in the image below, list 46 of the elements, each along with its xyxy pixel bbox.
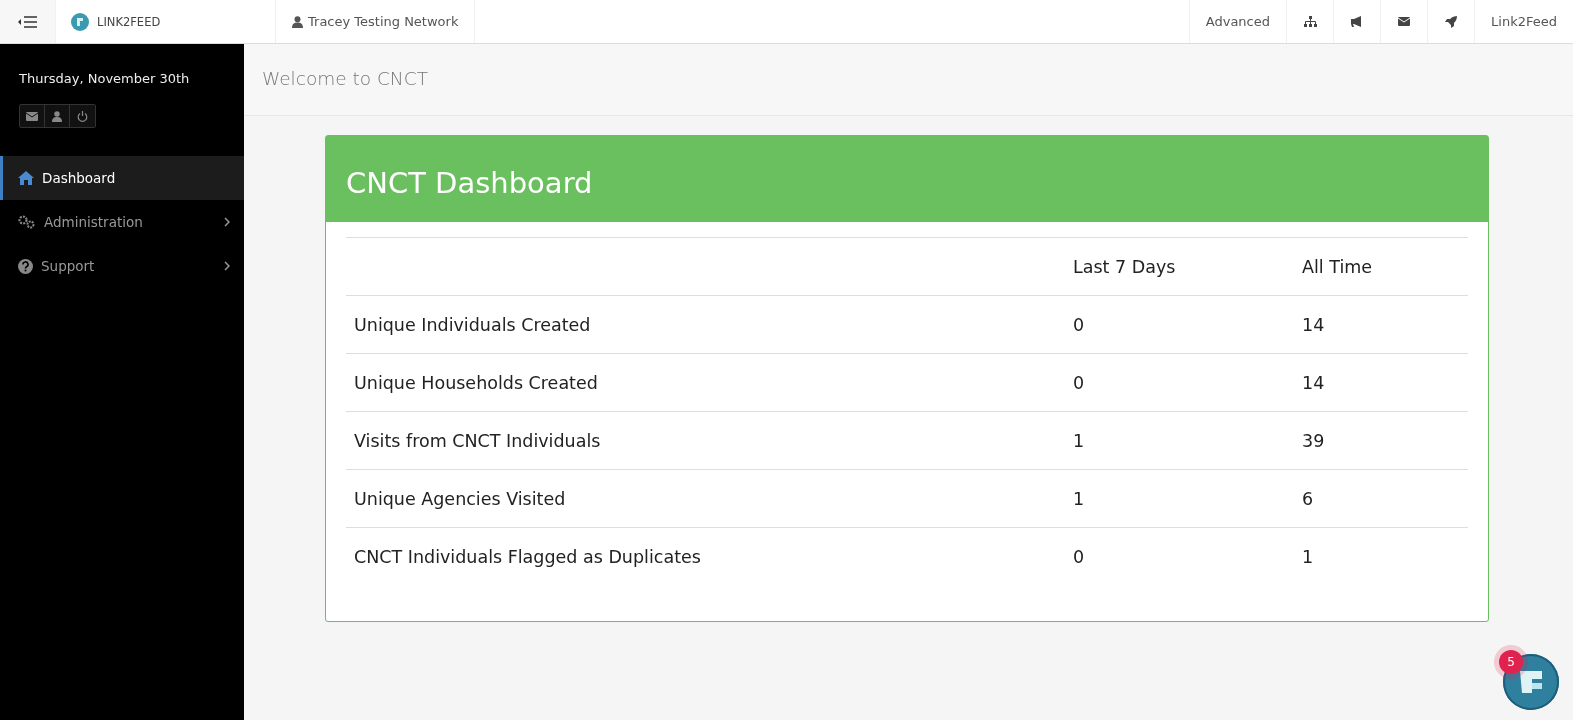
row-label: Visits from CNCT Individuals: [346, 411, 1065, 470]
card-title: CNCT Dashboard: [326, 136, 1488, 222]
chevron-icon: [224, 261, 230, 271]
home-icon: [18, 171, 34, 185]
envelope-icon: [1398, 17, 1410, 26]
envelope-icon: [26, 111, 38, 121]
sidebar-item[interactable]: Support: [0, 244, 244, 288]
sitemap-icon: [1303, 16, 1317, 27]
help-icon: [18, 258, 33, 274]
table-cell: 6: [1294, 469, 1468, 528]
advanced-link[interactable]: Advanced: [1188, 0, 1286, 43]
row-label: Unique Individuals Created: [346, 295, 1065, 354]
network-link[interactable]: Tracey Testing Network: [276, 0, 476, 43]
power-icon: [77, 110, 88, 122]
user-icon: [52, 110, 62, 122]
column-header: Last 7 Days: [1065, 237, 1294, 296]
table-cell: 14: [1294, 295, 1468, 354]
sidebar-item[interactable]: Administration: [0, 200, 244, 244]
profile-button[interactable]: [45, 105, 70, 127]
row-label: Unique Agencies Visited: [346, 469, 1065, 528]
sidebar-toggle-button[interactable]: [0, 0, 56, 43]
brand-link[interactable]: LINK2FEED: [56, 0, 276, 43]
logo-icon: [71, 12, 89, 31]
table-cell: 1: [1065, 469, 1294, 528]
date-text: Thursday, November 30th: [18, 70, 191, 86]
account-link[interactable]: Link2Feed: [1474, 0, 1573, 43]
table-cell: 1: [1065, 411, 1294, 470]
menu-icon: [17, 15, 38, 28]
megaphone-icon: [1351, 16, 1363, 27]
user-icon: [292, 15, 303, 28]
table-cell: 0: [1065, 295, 1294, 354]
row-label: Unique Households Created: [346, 353, 1065, 412]
power-button[interactable]: [70, 105, 95, 127]
rocket-icon: [1445, 15, 1457, 28]
row-label: CNCT Individuals Flagged as Duplicates: [346, 527, 1065, 585]
sidebar-item[interactable]: Dashboard: [0, 156, 244, 200]
chevron-icon: [224, 217, 230, 227]
table-cell: 39: [1294, 411, 1468, 470]
column-header: All Time: [1294, 237, 1468, 296]
table-cell: 0: [1065, 527, 1294, 585]
table-cell: 14: [1294, 353, 1468, 412]
mail-button[interactable]: [20, 105, 45, 127]
table-cell: 0: [1065, 353, 1294, 412]
table-cell: 1: [1294, 527, 1468, 585]
notification-badge: 5: [1499, 650, 1523, 674]
gears-icon: [18, 215, 36, 229]
